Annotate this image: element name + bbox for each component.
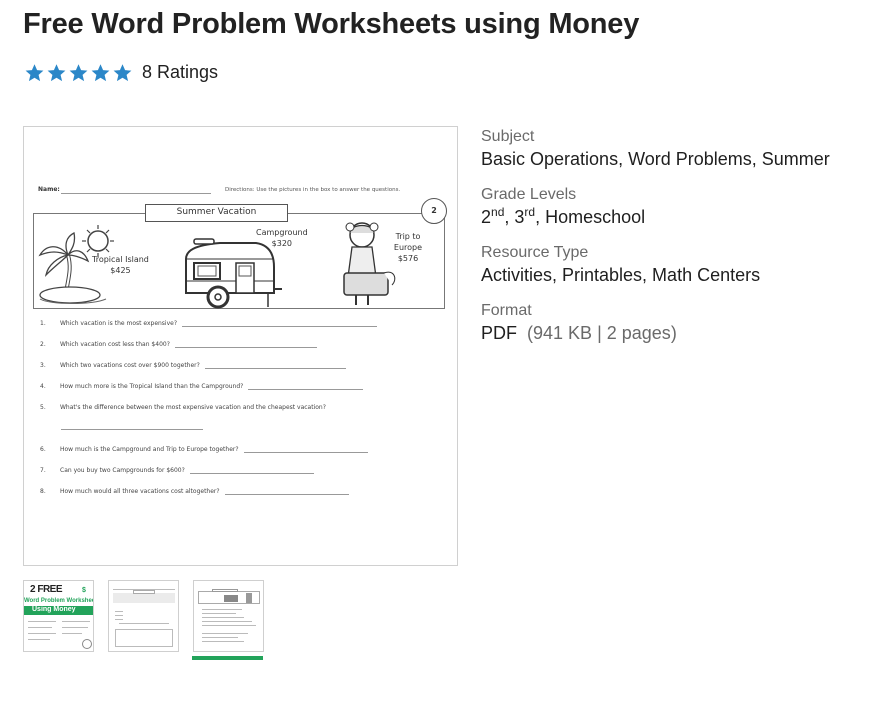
question-number: 6. [40,446,46,453]
question-text: What's the difference between the most e… [60,404,326,411]
thumbnail-cover-subtitle: Word Problem Worksheets [24,598,94,604]
question-number: 2. [40,341,46,348]
thumbnail-cover-title: 2 FREE [30,584,63,595]
item-campground: Campground $320 [256,227,308,249]
grade-homeschool[interactable]: Homeschool [545,207,645,227]
worksheet-question: 7. Can you buy two Campgrounds for $600? [40,467,314,474]
question-number: 8. [40,488,46,495]
question-text: How much would all three vacations cost … [60,488,220,495]
grade-2[interactable]: 2nd [481,205,505,227]
grade-levels-value: 2nd, 3rd, Homeschool [481,205,646,227]
format-type: PDF [481,323,517,343]
question-text: Which vacation is the most expensive? [60,320,178,327]
worksheet-question: 3. Which two vacations cost over $900 to… [40,362,346,369]
product-title: Free Word Problem Worksheets using Money [23,8,640,40]
question-number: 4. [40,383,46,390]
question-number: 1. [40,320,46,327]
subject-value[interactable]: Basic Operations, Word Problems, Summer [481,147,881,171]
thumbnail-1[interactable]: 2 FREE $ Word Problem Worksheets Using M… [23,580,94,652]
item-name: Campground [256,228,308,237]
worksheet-name-label: Name: [38,186,60,193]
thumbnail-2[interactable] [108,580,179,652]
name-line [61,193,211,194]
item-price: $320 [271,239,293,248]
star-icon [46,63,67,83]
question-number: 7. [40,467,46,474]
answer-line [189,468,314,474]
grade-number: 3 [514,207,525,227]
grade-number: 2 [481,207,492,227]
page-count: 2 pages [606,323,671,343]
worksheet-question: 1. Which vacation is the most expensive? [40,320,378,327]
worksheet-question: 6. How much is the Campground and Trip t… [40,446,368,453]
file-size: 941 KB [533,323,593,343]
thumbnail-3[interactable] [193,580,264,652]
star-icon [112,63,133,83]
grade-suffix: nd [491,205,505,219]
resource-type-value[interactable]: Activities, Printables, Math Centers [481,263,881,287]
star-icon [24,63,45,83]
thumbnail-cover-banner: Using Money [24,606,93,615]
answer-line [174,342,317,348]
star-icon [68,63,89,83]
logo-badge-icon [82,639,92,649]
star-rating [24,63,133,83]
ratings-count-link[interactable]: 8 Ratings [142,62,218,83]
selected-thumbnail-indicator [192,656,263,660]
worksheet-question: 2. Which vacation cost less than $400? [40,341,317,348]
worksheet-question: 8. How much would all three vacations co… [40,488,349,495]
page-number-circle: 2 [421,198,447,224]
resource-type-label: Resource Type [481,244,589,261]
worksheet-directions: Directions: Use the pictures in the box … [225,187,401,193]
format-value: PDF (941 KB | 2 pages) [481,321,881,345]
answer-line [224,489,349,495]
answer-line [182,321,378,327]
item-name: Trip to Europe [393,232,423,252]
rating[interactable]: 8 Ratings [24,62,218,83]
item-name: Tropical Island [92,255,149,264]
item-price: $576 [397,254,419,263]
question-text: Which vacation cost less than $400? [60,341,170,348]
answer-line [248,384,364,390]
question-text: How much more is the Tropical Island tha… [60,383,244,390]
dollar-icon: $ [82,587,86,594]
format-details: (941 KB | 2 pages) [522,323,677,343]
question-text: Which two vacations cost over $900 toget… [60,362,200,369]
answer-line [204,363,346,369]
worksheet-page: Name: Directions: Use the pictures in th… [24,127,457,565]
question-number: 3. [40,362,46,369]
box-title: Summer Vacation [145,204,288,222]
thumbnail-strip: 2 FREE $ Word Problem Worksheets Using M… [23,580,278,652]
star-icon [90,63,111,83]
question-text: How much is the Campground and Trip to E… [60,446,239,453]
grade-levels-label: Grade Levels [481,186,577,203]
answer-line [243,447,368,453]
question-text: Can you buy two Campgrounds for $600? [60,467,185,474]
answer-line [61,429,203,430]
main-preview-image[interactable]: Name: Directions: Use the pictures in th… [23,126,458,566]
product-details: Subject Basic Operations, Word Problems,… [481,127,881,359]
worksheet-question: 5. What's the difference between the mos… [40,404,326,411]
item-tropical-island: Tropical Island $425 [92,254,149,276]
grade-suffix: rd [524,205,536,219]
subject-label: Subject [481,128,535,145]
format-label: Format [481,302,532,319]
question-number: 5. [40,404,46,411]
item-price: $425 [110,266,131,275]
worksheet-question: 4. How much more is the Tropical Island … [40,383,364,390]
item-trip-to-europe: Trip to Europe $576 [390,231,426,264]
grade-3[interactable]: 3rd [514,205,536,227]
